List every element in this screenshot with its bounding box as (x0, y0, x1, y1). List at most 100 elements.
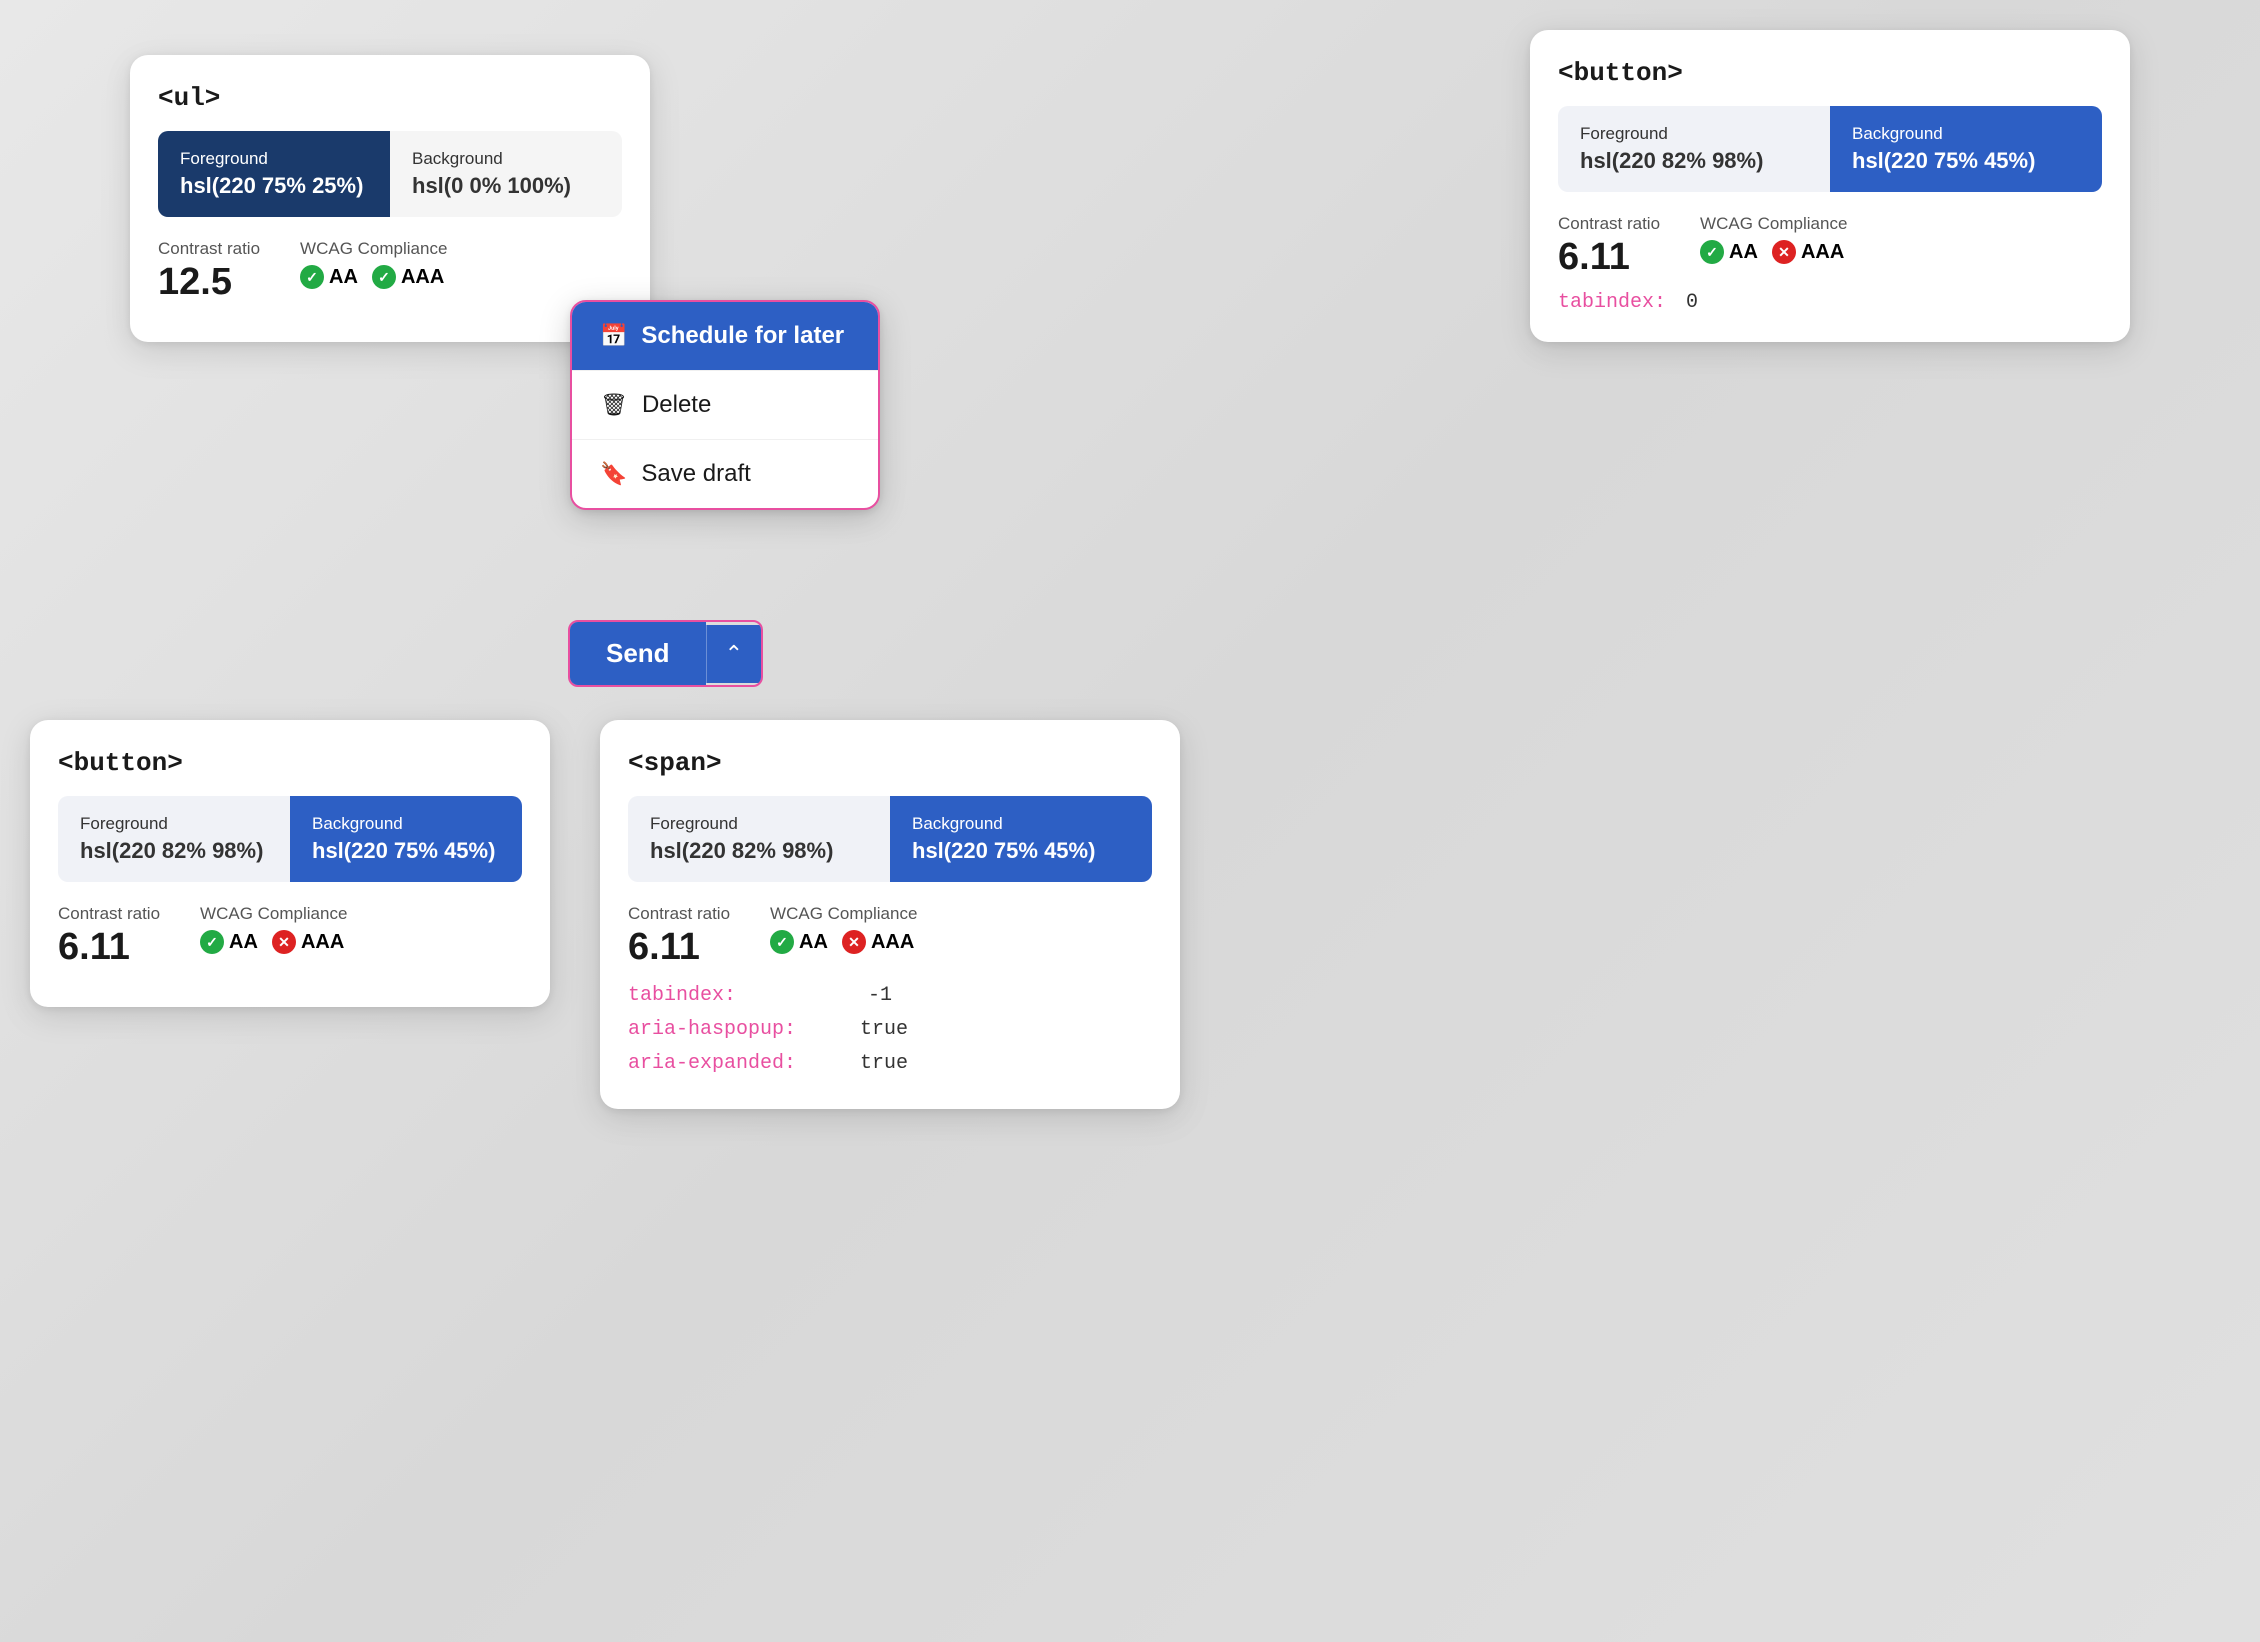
button-top-wcag-group: WCAG Compliance ✓ AA ✕ AAA (1700, 214, 1847, 264)
span-contrast-label: Contrast ratio (628, 904, 730, 924)
button-top-aa-check-icon: ✓ (1700, 240, 1724, 264)
button-card-top: <button> Foreground hsl(220 82% 98%) Bac… (1530, 30, 2130, 342)
ul-contrast-group: Contrast ratio 12.5 (158, 239, 260, 304)
button-top-wcag-badges: ✓ AA ✕ AAA (1700, 240, 1847, 264)
button-bottom-wcag-label: WCAG Compliance (200, 904, 347, 924)
span-wcag-group: WCAG Compliance ✓ AA ✕ AAA (770, 904, 917, 954)
trash-icon: 🗑 (600, 392, 628, 418)
span-wcag-badges: ✓ AA ✕ AAA (770, 930, 917, 954)
button-top-bg-value: hsl(220 75% 45%) (1852, 148, 2080, 174)
ul-wcag-group: WCAG Compliance ✓ AA ✓ AAA (300, 239, 447, 289)
button-bottom-aa-label: AA (229, 931, 258, 954)
span-expanded-row: aria-expanded: true (628, 1047, 1152, 1081)
button-top-contrast-value: 6.11 (1558, 236, 1660, 279)
button-bottom-foreground-swatch: Foreground hsl(220 82% 98%) (58, 796, 290, 882)
button-bottom-aa-badge: ✓ AA (200, 930, 258, 954)
span-contrast-group: Contrast ratio 6.11 (628, 904, 730, 969)
calendar-icon: 📅 (600, 323, 627, 349)
bookmark-icon: 🔖 (600, 461, 627, 487)
span-tabindex-key: tabindex: (628, 979, 848, 1013)
ul-background-swatch: Background hsl(0 0% 100%) (390, 131, 622, 217)
button-bottom-color-swatches: Foreground hsl(220 82% 98%) Background h… (58, 796, 522, 882)
dropdown-menu[interactable]: 📅 Schedule for later 🗑 Delete 🔖 Save dra… (570, 300, 880, 510)
button-top-aaa-x-icon: ✕ (1772, 240, 1796, 264)
span-aaa-label: AAA (871, 931, 914, 954)
button-top-tabindex-row: tabindex: 0 (1558, 291, 2102, 314)
button-top-foreground-swatch: Foreground hsl(220 82% 98%) (1558, 106, 1830, 192)
schedule-label: Schedule for later (641, 322, 844, 350)
button-bottom-bg-value: hsl(220 75% 45%) (312, 838, 500, 864)
button-top-aaa-label: AAA (1801, 241, 1844, 264)
button-bottom-bg-label: Background (312, 814, 500, 834)
ul-fg-value: hsl(220 75% 25%) (180, 173, 368, 199)
span-card-tag: <span> (628, 748, 1152, 778)
span-background-swatch: Background hsl(220 75% 45%) (890, 796, 1152, 882)
button-top-aa-badge: ✓ AA (1700, 240, 1758, 264)
button-top-metrics-row: Contrast ratio 6.11 WCAG Compliance ✓ AA… (1558, 214, 2102, 279)
ul-bg-label: Background (412, 149, 600, 169)
ul-fg-label: Foreground (180, 149, 368, 169)
button-top-aaa-badge: ✕ AAA (1772, 240, 1844, 264)
span-haspopup-val: true (860, 1018, 908, 1041)
span-bg-label: Background (912, 814, 1130, 834)
button-top-wcag-label: WCAG Compliance (1700, 214, 1847, 234)
button-bottom-fg-label: Foreground (80, 814, 268, 834)
button-bottom-wcag-badges: ✓ AA ✕ AAA (200, 930, 347, 954)
dropdown-item-save-draft[interactable]: 🔖 Save draft (572, 440, 878, 508)
button-card-bottom-tag: <button> (58, 748, 522, 778)
button-top-contrast-group: Contrast ratio 6.11 (1558, 214, 1660, 279)
button-bottom-aaa-x-icon: ✕ (272, 930, 296, 954)
button-bottom-contrast-label: Contrast ratio (58, 904, 160, 924)
button-bottom-aaa-badge: ✕ AAA (272, 930, 344, 954)
ul-aaa-label: AAA (401, 266, 444, 289)
button-bottom-metrics-row: Contrast ratio 6.11 WCAG Compliance ✓ AA… (58, 904, 522, 969)
ul-contrast-value: 12.5 (158, 261, 260, 304)
send-button-group[interactable]: Send ⌃ (568, 620, 763, 687)
span-fg-label: Foreground (650, 814, 868, 834)
button-bottom-aaa-label: AAA (301, 931, 344, 954)
button-top-tabindex-key: tabindex: (1558, 291, 1666, 314)
span-aria-info: tabindex: -1 aria-haspopup: true aria-ex… (628, 979, 1152, 1081)
ul-wcag-badges: ✓ AA ✓ AAA (300, 265, 447, 289)
button-card-top-tag: <button> (1558, 58, 2102, 88)
span-contrast-value: 6.11 (628, 926, 730, 969)
button-top-background-swatch: Background hsl(220 75% 45%) (1830, 106, 2102, 192)
corner-dot-bl (570, 504, 576, 510)
button-card-bottom: <button> Foreground hsl(220 82% 98%) Bac… (30, 720, 550, 1007)
button-top-fg-value: hsl(220 82% 98%) (1580, 148, 1808, 174)
button-top-tabindex-val: 0 (1686, 291, 1698, 314)
button-top-bg-label: Background (1852, 124, 2080, 144)
button-top-aa-label: AA (1729, 241, 1758, 264)
send-button[interactable]: Send (570, 622, 706, 685)
ul-contrast-label: Contrast ratio (158, 239, 260, 259)
button-top-color-swatches: Foreground hsl(220 82% 98%) Background h… (1558, 106, 2102, 192)
ul-metrics-row: Contrast ratio 12.5 WCAG Compliance ✓ AA… (158, 239, 622, 304)
chevron-button[interactable]: ⌃ (706, 625, 761, 683)
span-haspopup-key: aria-haspopup: (628, 1013, 848, 1047)
span-aaa-badge: ✕ AAA (842, 930, 914, 954)
span-foreground-swatch: Foreground hsl(220 82% 98%) (628, 796, 890, 882)
ul-foreground-swatch: Foreground hsl(220 75% 25%) (158, 131, 390, 217)
dropdown-item-schedule[interactable]: 📅 Schedule for later (572, 302, 878, 371)
span-aa-label: AA (799, 931, 828, 954)
ul-color-swatches: Foreground hsl(220 75% 25%) Background h… (158, 131, 622, 217)
button-bottom-contrast-group: Contrast ratio 6.11 (58, 904, 160, 969)
ul-card: <ul> Foreground hsl(220 75% 25%) Backgro… (130, 55, 650, 342)
span-haspopup-row: aria-haspopup: true (628, 1013, 1152, 1047)
span-expanded-key: aria-expanded: (628, 1047, 848, 1081)
button-bottom-fg-value: hsl(220 82% 98%) (80, 838, 268, 864)
span-expanded-val: true (860, 1052, 908, 1075)
span-card: <span> Foreground hsl(220 82% 98%) Backg… (600, 720, 1180, 1109)
span-aa-badge: ✓ AA (770, 930, 828, 954)
button-bottom-aa-check-icon: ✓ (200, 930, 224, 954)
dropdown-item-delete[interactable]: 🗑 Delete (572, 371, 878, 440)
button-bottom-background-swatch: Background hsl(220 75% 45%) (290, 796, 522, 882)
span-fg-value: hsl(220 82% 98%) (650, 838, 868, 864)
corner-dot-tr (874, 300, 880, 306)
button-top-fg-label: Foreground (1580, 124, 1808, 144)
span-wcag-label: WCAG Compliance (770, 904, 917, 924)
corner-dot-br (874, 504, 880, 510)
button-bottom-contrast-value: 6.11 (58, 926, 160, 969)
span-metrics-row: Contrast ratio 6.11 WCAG Compliance ✓ AA… (628, 904, 1152, 969)
span-bg-value: hsl(220 75% 45%) (912, 838, 1130, 864)
